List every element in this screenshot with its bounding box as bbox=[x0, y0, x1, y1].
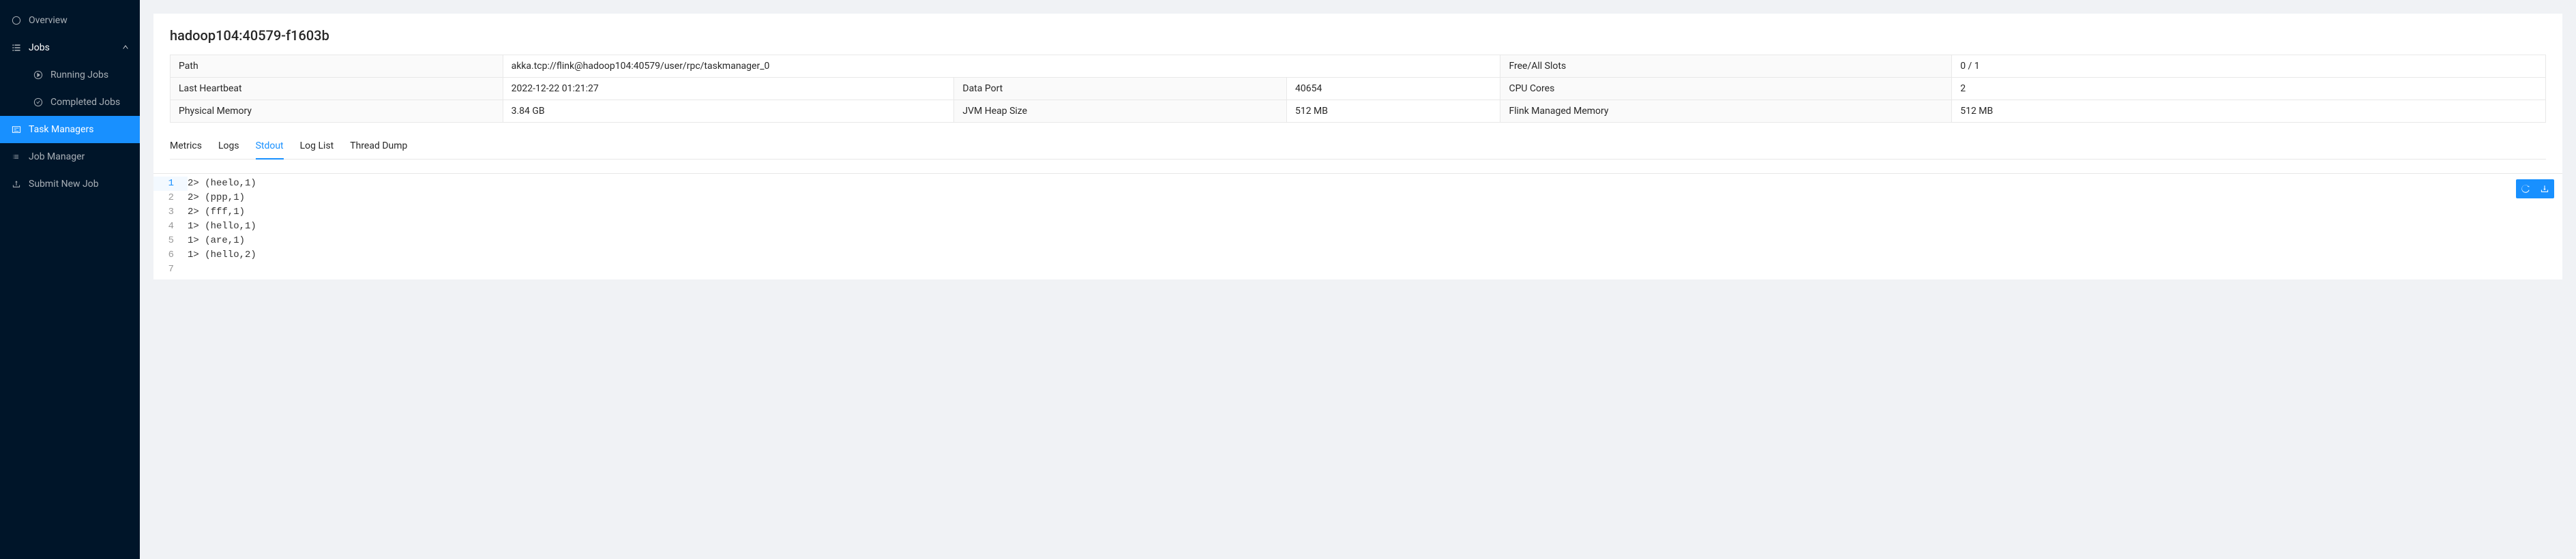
sidebar-item-jobs[interactable]: Jobs bbox=[0, 34, 140, 61]
tab-stdout[interactable]: Stdout bbox=[256, 134, 284, 160]
info-value-physmem: 3.84 GB bbox=[503, 100, 954, 123]
line-content: 1> (are,1) bbox=[188, 234, 245, 248]
sidebar-item-task-managers[interactable]: Task Managers bbox=[0, 116, 140, 143]
info-label-physmem: Physical Memory bbox=[171, 100, 503, 123]
line-number: 7 bbox=[153, 262, 188, 277]
stdout-lines: 12> (heelo,1) 22> (ppp,1) 32> (fff,1) 41… bbox=[153, 174, 2562, 280]
sidebar-item-label: Jobs bbox=[29, 42, 50, 53]
code-line: 12> (heelo,1) bbox=[153, 177, 2562, 191]
page-title: hadoop104:40579-f1603b bbox=[170, 27, 2546, 44]
content-card: hadoop104:40579-f1603b Path akka.tcp://f… bbox=[153, 14, 2562, 173]
line-number: 6 bbox=[153, 248, 188, 262]
info-value-dataport: 40654 bbox=[1286, 78, 1500, 100]
code-line: 7 bbox=[153, 262, 2562, 277]
line-number: 2 bbox=[153, 191, 188, 205]
info-value-heartbeat: 2022-12-22 01:21:27 bbox=[503, 78, 954, 100]
sidebar-item-running-jobs[interactable]: Running Jobs bbox=[0, 61, 140, 89]
code-line: 61> (hello,2) bbox=[153, 248, 2562, 262]
sidebar-item-completed-jobs[interactable]: Completed Jobs bbox=[0, 89, 140, 116]
bars-icon bbox=[11, 151, 22, 162]
sidebar-item-job-manager[interactable]: Job Manager bbox=[0, 143, 140, 170]
sidebar-item-submit-job[interactable]: Submit New Job bbox=[0, 170, 140, 198]
sidebar: Overview Jobs Running Jobs Completed Job… bbox=[0, 0, 140, 559]
line-content: 1> (hello,1) bbox=[188, 220, 256, 234]
info-value-slots: 0 / 1 bbox=[1952, 55, 2546, 78]
table-row: Last Heartbeat 2022-12-22 01:21:27 Data … bbox=[171, 78, 2546, 100]
schedule-icon bbox=[11, 124, 22, 135]
line-number: 5 bbox=[153, 234, 188, 248]
info-label-heartbeat: Last Heartbeat bbox=[171, 78, 503, 100]
tab-logs[interactable]: Logs bbox=[218, 134, 239, 160]
upload-icon bbox=[11, 179, 22, 190]
tabs: Metrics Logs Stdout Log List Thread Dump bbox=[170, 134, 2546, 160]
code-line: 22> (ppp,1) bbox=[153, 191, 2562, 205]
line-number: 1 bbox=[153, 177, 188, 191]
info-value-heap: 512 MB bbox=[1286, 100, 1500, 123]
code-line: 51> (are,1) bbox=[153, 234, 2562, 248]
info-label-path: Path bbox=[171, 55, 503, 78]
info-value-managed: 512 MB bbox=[1952, 100, 2546, 123]
dashboard-icon bbox=[11, 15, 22, 26]
chevron-up-icon bbox=[122, 42, 129, 53]
check-circle-icon bbox=[33, 97, 44, 108]
line-content: 2> (ppp,1) bbox=[188, 191, 245, 205]
sidebar-item-label: Submit New Job bbox=[29, 179, 99, 190]
table-row: Physical Memory 3.84 GB JVM Heap Size 51… bbox=[171, 100, 2546, 123]
sidebar-item-label: Job Manager bbox=[29, 151, 85, 162]
info-value-cpu: 2 bbox=[1952, 78, 2546, 100]
stdout-panel: 12> (heelo,1) 22> (ppp,1) 32> (fff,1) 41… bbox=[153, 173, 2562, 280]
refresh-icon bbox=[2521, 184, 2530, 194]
info-label-heap: JVM Heap Size bbox=[954, 100, 1287, 123]
list-icon bbox=[11, 42, 22, 53]
code-line: 41> (hello,1) bbox=[153, 220, 2562, 234]
jobs-submenu: Running Jobs Completed Jobs bbox=[0, 61, 140, 116]
info-table: Path akka.tcp://flink@hadoop104:40579/us… bbox=[170, 55, 2546, 123]
line-content: 1> (hello,2) bbox=[188, 248, 256, 262]
line-number: 3 bbox=[153, 205, 188, 220]
play-circle-icon bbox=[33, 70, 44, 80]
line-number: 4 bbox=[153, 220, 188, 234]
info-label-managed: Flink Managed Memory bbox=[1500, 100, 1952, 123]
tab-log-list[interactable]: Log List bbox=[300, 134, 334, 160]
tab-metrics[interactable]: Metrics bbox=[170, 134, 202, 160]
code-line: 32> (fff,1) bbox=[153, 205, 2562, 220]
code-actions bbox=[2516, 179, 2554, 198]
download-button[interactable] bbox=[2536, 181, 2553, 197]
sidebar-item-label: Task Managers bbox=[29, 124, 93, 135]
sidebar-item-overview[interactable]: Overview bbox=[0, 7, 140, 34]
line-content: 2> (heelo,1) bbox=[188, 177, 256, 191]
table-row: Path akka.tcp://flink@hadoop104:40579/us… bbox=[171, 55, 2546, 78]
sidebar-item-label: Running Jobs bbox=[50, 70, 108, 80]
refresh-button[interactable] bbox=[2517, 181, 2534, 197]
info-label-cpu: CPU Cores bbox=[1500, 78, 1952, 100]
info-label-slots: Free/All Slots bbox=[1500, 55, 1952, 78]
main-content: hadoop104:40579-f1603b Path akka.tcp://f… bbox=[140, 0, 2576, 559]
tab-thread-dump[interactable]: Thread Dump bbox=[350, 134, 407, 160]
sidebar-item-label: Overview bbox=[29, 15, 68, 26]
sidebar-item-label: Completed Jobs bbox=[50, 97, 120, 108]
download-icon bbox=[2540, 184, 2549, 194]
line-content: 2> (fff,1) bbox=[188, 205, 245, 220]
info-label-dataport: Data Port bbox=[954, 78, 1287, 100]
info-value-path: akka.tcp://flink@hadoop104:40579/user/rp… bbox=[503, 55, 1500, 78]
